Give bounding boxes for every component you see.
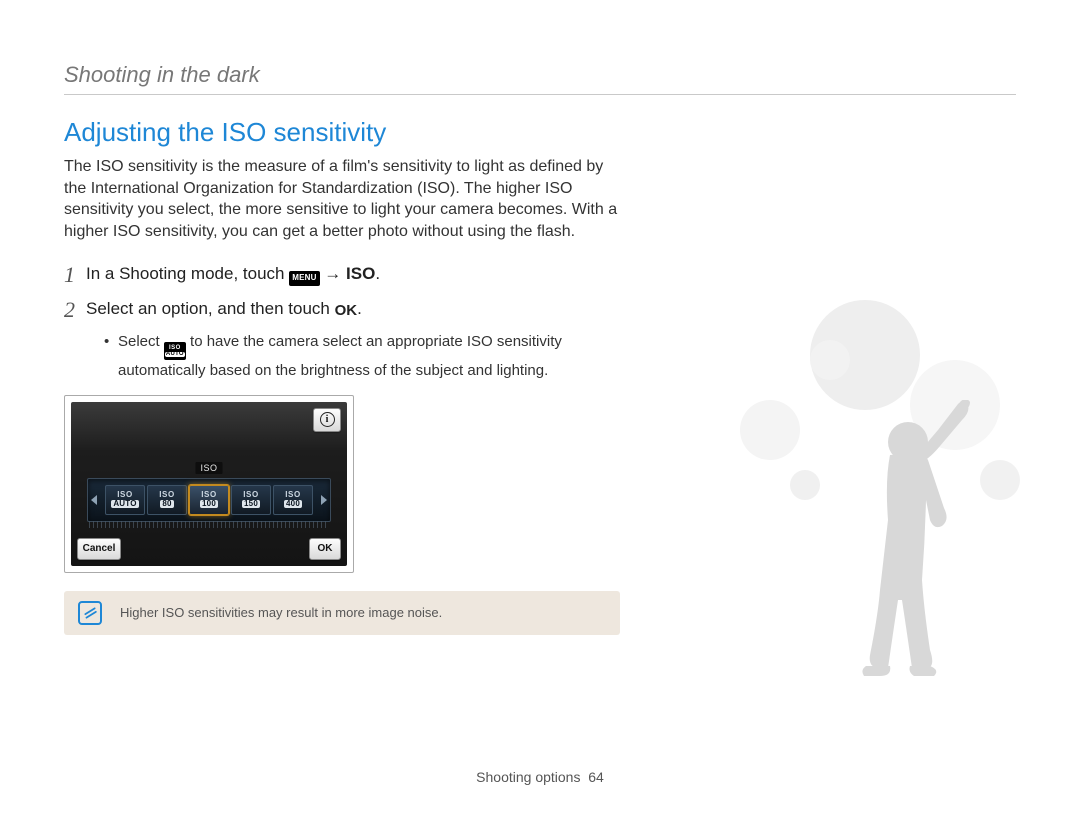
chip-top: ISO	[117, 491, 133, 499]
iso-option-400[interactable]: ISO 400	[273, 485, 313, 515]
iso-title-label: ISO	[195, 462, 222, 474]
chip-bottom: 80	[160, 500, 173, 508]
scroll-left-icon[interactable]	[91, 495, 97, 505]
footer-section: Shooting options	[476, 769, 580, 785]
step-1-pre: In a Shooting mode, touch	[86, 264, 289, 283]
iso-option-150[interactable]: ISO 150	[231, 485, 271, 515]
content-column: Adjusting the ISO sensitivity The ISO se…	[64, 117, 624, 635]
chip-bottom: AUTO	[111, 500, 138, 508]
intro-paragraph: The ISO sensitivity is the measure of a …	[64, 156, 624, 242]
chip-bottom: 150	[242, 500, 260, 508]
lcd-screenshot-frame: i ISO ISO AUTO ISO 80 ISO 100	[64, 395, 354, 573]
info-icon: i	[320, 412, 335, 427]
menu-icon: MENU	[289, 271, 319, 286]
lcd-screen: i ISO ISO AUTO ISO 80 ISO 100	[71, 402, 347, 566]
divider	[64, 94, 1016, 95]
arrow: →	[320, 264, 346, 283]
step-1-text: In a Shooting mode, touch MENU → ISO.	[86, 262, 380, 287]
decorative-art	[660, 300, 1020, 680]
info-button[interactable]: i	[313, 408, 341, 432]
note-box: Higher ISO sensitivities may result in m…	[64, 591, 620, 635]
bullet-dot: •	[104, 331, 118, 381]
note-text: Higher ISO sensitivities may result in m…	[120, 605, 442, 620]
iso-auto-bottom: AUTO	[165, 352, 185, 357]
step-2: 2 Select an option, and then touch OK.	[64, 297, 624, 323]
period: .	[357, 299, 362, 318]
step-2-pre: Select an option, and then touch	[86, 299, 335, 318]
step-number: 2	[64, 297, 86, 323]
iso-label: ISO	[346, 264, 375, 283]
page-footer: Shooting options 64	[0, 769, 1080, 785]
chip-top: ISO	[159, 491, 175, 499]
child-silhouette	[830, 400, 970, 680]
iso-option-strip[interactable]: ISO AUTO ISO 80 ISO 100 ISO 150	[87, 478, 331, 522]
scroll-right-icon[interactable]	[321, 495, 327, 505]
period: .	[375, 264, 380, 283]
breadcrumb: Shooting in the dark	[64, 62, 1016, 88]
ok-glyph: OK	[335, 302, 358, 319]
note-icon	[78, 601, 102, 625]
tick-marks	[89, 521, 329, 528]
step-1: 1 In a Shooting mode, touch MENU → ISO.	[64, 262, 624, 288]
iso-option-100-selected[interactable]: ISO 100	[189, 485, 229, 515]
footer-page-number: 64	[588, 769, 604, 785]
chip-top: ISO	[201, 491, 217, 499]
bullet-pre: Select	[118, 333, 164, 350]
step-2-text: Select an option, and then touch OK.	[86, 297, 362, 322]
chip-top: ISO	[285, 491, 301, 499]
chip-top: ISO	[243, 491, 259, 499]
cancel-button[interactable]: Cancel	[77, 538, 121, 560]
ok-button[interactable]: OK	[309, 538, 341, 560]
iso-option-auto[interactable]: ISO AUTO	[105, 485, 145, 515]
iso-option-80[interactable]: ISO 80	[147, 485, 187, 515]
substep-text: Select ISOAUTO to have the camera select…	[118, 331, 624, 381]
section-title: Adjusting the ISO sensitivity	[64, 117, 624, 148]
manual-page: Shooting in the dark Adjusting the ISO s…	[0, 0, 1080, 815]
chip-bottom: 400	[284, 500, 302, 508]
iso-auto-icon: ISOAUTO	[164, 342, 186, 360]
substep-bullet: • Select ISOAUTO to have the camera sele…	[104, 331, 624, 381]
chip-bottom: 100	[200, 500, 218, 508]
step-number: 1	[64, 262, 86, 288]
